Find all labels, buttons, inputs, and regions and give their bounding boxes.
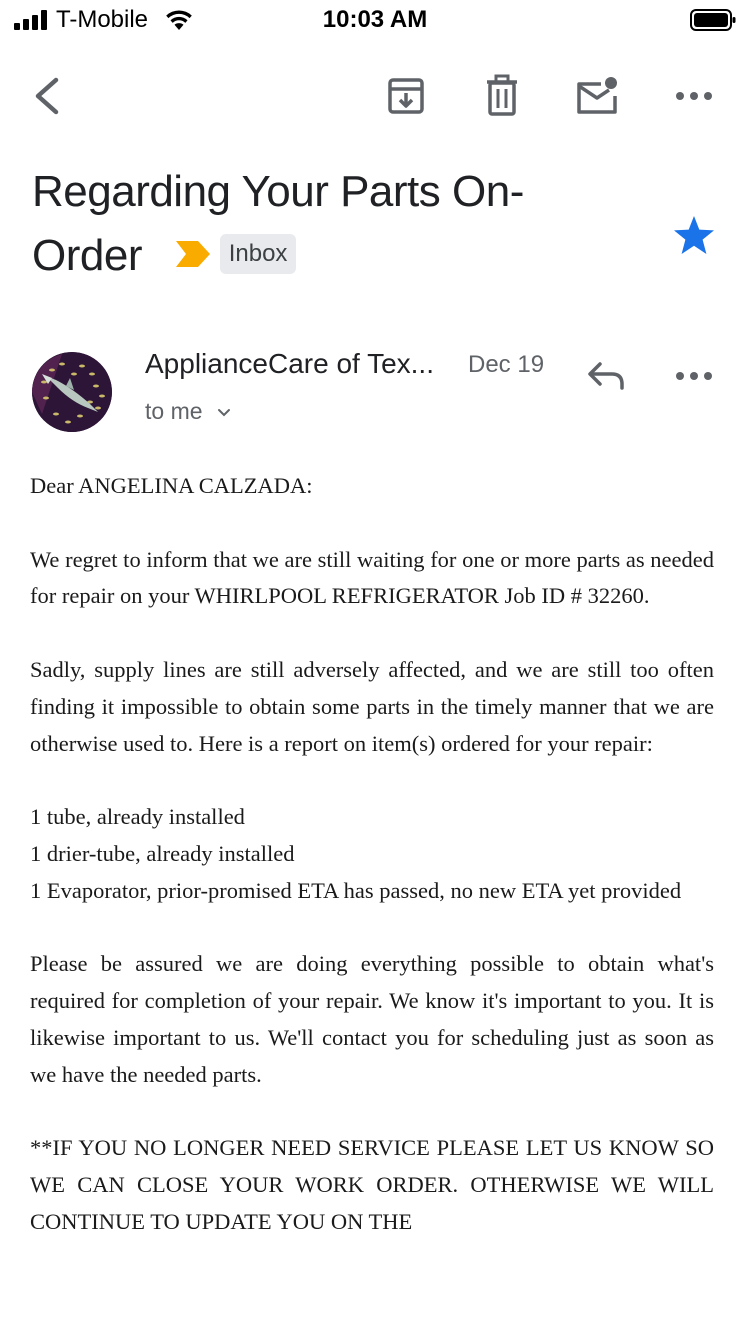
email-greeting: Dear ANGELINA CALZADA: <box>30 473 313 498</box>
shark-avatar-icon <box>32 352 112 432</box>
recipient-text: to me <box>145 398 203 424</box>
email-paragraph-2: Sadly, supply lines are still adversely … <box>30 656 714 756</box>
mark-unread-button[interactable] <box>574 72 622 120</box>
email-body: Dear ANGELINA CALZADA: We regret to info… <box>30 468 714 1278</box>
clock: 10:03 AM <box>322 6 428 33</box>
recipient-details-toggle[interactable]: to me <box>145 398 231 425</box>
email-subject-block: Regarding Your Parts On-Order Inbox <box>32 160 632 288</box>
status-bar: T-Mobile 10:03 AM <box>0 0 750 40</box>
sender-avatar[interactable] <box>32 352 112 432</box>
parts-list-item: 1 drier-tube, already installed <box>30 840 295 866</box>
email-paragraph-1: We regret to inform that we are still wa… <box>30 546 714 609</box>
trash-icon <box>487 74 517 116</box>
battery-icon <box>690 9 736 31</box>
archive-button[interactable] <box>382 72 430 120</box>
archive-icon <box>388 78 424 114</box>
mark-unread-icon <box>577 77 617 114</box>
delete-button[interactable] <box>478 72 526 120</box>
back-button[interactable] <box>22 72 70 120</box>
email-paragraph-3: Please be assured we are doing everythin… <box>30 951 714 1087</box>
more-horizontal-icon <box>676 92 712 100</box>
more-options-button[interactable] <box>670 72 718 120</box>
star-icon[interactable] <box>670 212 718 260</box>
reply-icon[interactable] <box>582 354 630 398</box>
parts-list-item: 1 Evaporator, prior-promised ETA has pas… <box>30 877 682 903</box>
sender-name[interactable]: ApplianceCare of Tex... <box>145 348 445 380</box>
chevron-down-icon <box>217 408 230 417</box>
important-marker-icon[interactable] <box>175 241 210 268</box>
parts-list-item: 1 tube, already installed <box>30 804 245 830</box>
message-date: Dec 19 <box>468 351 545 378</box>
message-more-options-icon[interactable] <box>670 354 718 398</box>
parts-list: 1 tube, already installed 1 drier-tube, … <box>30 799 714 909</box>
back-arrow-icon <box>35 77 59 115</box>
email-paragraph-4: **IF YOU NO LONGER NEED SERVICE PLEASE L… <box>30 1135 714 1234</box>
inbox-label-chip[interactable]: Inbox <box>219 234 297 275</box>
